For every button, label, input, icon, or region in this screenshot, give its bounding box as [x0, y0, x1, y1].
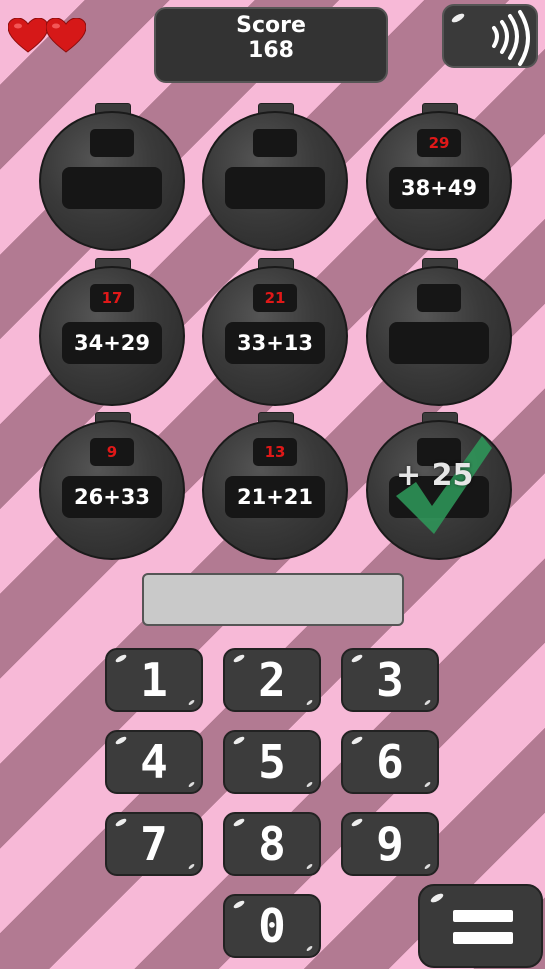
- bomb-equation: 21+21: [225, 476, 325, 518]
- bomb: [39, 103, 185, 251]
- lives-indicator: [8, 18, 86, 54]
- bomb: 13 21+21: [202, 412, 348, 560]
- key-3-button[interactable]: 3: [341, 648, 439, 712]
- score-label: Score: [236, 13, 306, 38]
- speaker-sound-icon: [451, 10, 530, 66]
- score-value: 168: [248, 38, 294, 63]
- heart-icon: [8, 18, 48, 53]
- bomb-equation: 38+49: [389, 167, 489, 209]
- key-5-button[interactable]: 5: [223, 730, 321, 794]
- bomb-equation: [62, 167, 162, 209]
- bomb-timer: [253, 129, 297, 157]
- key-6-button[interactable]: 6: [341, 730, 439, 794]
- key-2-button[interactable]: 2: [223, 648, 321, 712]
- key-0-button[interactable]: 0: [223, 894, 321, 958]
- bomb: 17 34+29: [39, 258, 185, 406]
- bomb-equation: 26+33: [62, 476, 162, 518]
- bomb-equation: 34+29: [62, 322, 162, 364]
- key-8-button[interactable]: 8: [223, 812, 321, 876]
- bomb-timer: 21: [253, 284, 297, 312]
- answer-field[interactable]: [142, 573, 404, 626]
- key-7-button[interactable]: 7: [105, 812, 203, 876]
- bomb-timer: 13: [253, 438, 297, 466]
- bomb: [202, 103, 348, 251]
- bomb: [366, 258, 512, 406]
- bomb-solved: + 25: [366, 412, 512, 560]
- bomb-timer: 29: [417, 129, 461, 157]
- bonus-points: + 25: [396, 458, 474, 493]
- bomb: 21 33+13: [202, 258, 348, 406]
- bomb-timer: 9: [90, 438, 134, 466]
- bomb: 29 38+49: [366, 103, 512, 251]
- bomb-equation: [225, 167, 325, 209]
- heart-icon: [46, 18, 86, 53]
- key-9-button[interactable]: 9: [341, 812, 439, 876]
- menu-button[interactable]: [418, 884, 543, 968]
- key-4-button[interactable]: 4: [105, 730, 203, 794]
- bomb-timer: 17: [90, 284, 134, 312]
- bomb-timer: [90, 129, 134, 157]
- bomb-timer: [417, 284, 461, 312]
- sound-toggle-button[interactable]: [442, 4, 538, 68]
- bomb-equation: 33+13: [225, 322, 325, 364]
- score-panel: Score 168: [154, 7, 388, 83]
- key-1-button[interactable]: 1: [105, 648, 203, 712]
- bomb-equation: [389, 322, 489, 364]
- bomb: 9 26+33: [39, 412, 185, 560]
